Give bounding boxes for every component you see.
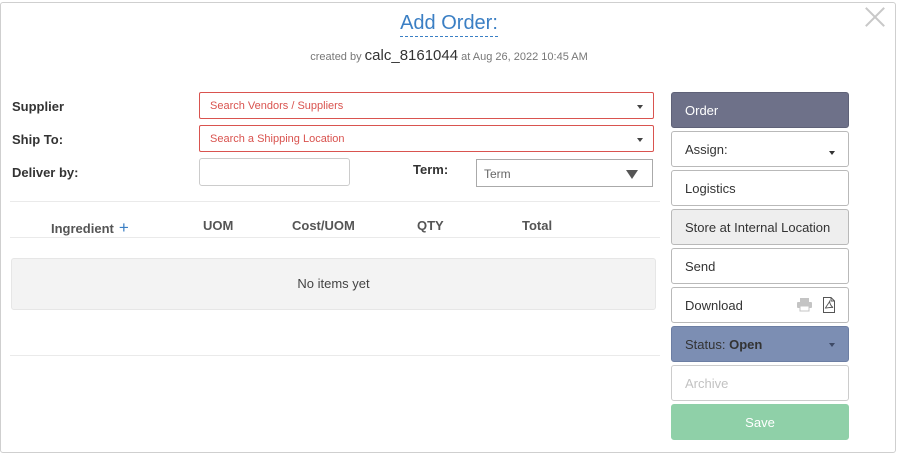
supplier-placeholder: Search Vendors / Suppliers: [210, 100, 344, 112]
created-info: created by calc_8161044 at Aug 26, 2022 …: [0, 47, 898, 64]
created-user: calc_8161044: [364, 47, 459, 64]
divider: [10, 201, 660, 202]
term-label: Term:: [413, 162, 449, 177]
archive-label: Archive: [685, 376, 729, 391]
column-header-uom: UOM: [203, 218, 234, 233]
column-header-qty: QTY: [417, 218, 444, 233]
ship-to-placeholder: Search a Shipping Location: [210, 133, 345, 145]
deliver-by-input[interactable]: [199, 158, 350, 186]
column-header-total: Total: [522, 218, 553, 233]
column-header-cost-uom: Cost/UOM: [292, 218, 355, 233]
chevron-down-icon: [637, 138, 643, 142]
print-icon[interactable]: [796, 297, 813, 312]
logistics-label: Logistics: [685, 181, 736, 196]
add-ingredient-icon[interactable]: +: [119, 218, 129, 237]
download-label: Download: [685, 298, 743, 313]
column-ingredient-label: Ingredient: [51, 221, 114, 236]
status-label: Status:: [685, 337, 726, 352]
triangle-down-icon: [626, 170, 638, 179]
chevron-down-icon: [637, 105, 643, 109]
status-value: Open: [729, 337, 763, 352]
divider: [10, 355, 660, 356]
empty-items-message: No items yet: [11, 258, 656, 310]
chevron-down-icon: [829, 343, 835, 347]
save-button[interactable]: Save: [671, 404, 849, 440]
divider: [10, 237, 660, 238]
store-internal-button[interactable]: Store at Internal Location: [671, 209, 849, 245]
supplier-search-select[interactable]: Search Vendors / Suppliers: [199, 92, 654, 119]
send-button[interactable]: Send: [671, 248, 849, 284]
logistics-button[interactable]: Logistics: [671, 170, 849, 206]
page-title-text[interactable]: Add Order:: [400, 12, 498, 37]
pdf-icon[interactable]: [822, 297, 836, 313]
status-dropdown[interactable]: Status: Open: [671, 326, 849, 362]
assign-dropdown[interactable]: Assign:: [671, 131, 849, 167]
term-select[interactable]: Term: [476, 159, 653, 187]
chevron-down-icon: [829, 151, 835, 155]
archive-button[interactable]: Archive: [671, 365, 849, 401]
order-button[interactable]: Order: [671, 92, 849, 128]
send-label: Send: [685, 259, 716, 274]
created-timestamp: at Aug 26, 2022 10:45 AM: [461, 51, 588, 63]
term-value: Term: [484, 167, 511, 181]
ship-to-search-select[interactable]: Search a Shipping Location: [199, 125, 654, 152]
save-label: Save: [745, 415, 775, 430]
supplier-label: Supplier: [12, 99, 65, 114]
download-button[interactable]: Download: [671, 287, 849, 323]
ship-to-label: Ship To:: [12, 132, 64, 147]
assign-label: Assign:: [685, 142, 728, 157]
store-internal-label: Store at Internal Location: [685, 220, 831, 235]
deliver-by-label: Deliver by:: [12, 165, 79, 180]
created-prefix: created by: [310, 51, 362, 63]
page-title: Add Order:: [0, 12, 898, 37]
column-header-ingredient: Ingredient +: [51, 218, 129, 238]
order-button-label: Order: [685, 103, 719, 118]
